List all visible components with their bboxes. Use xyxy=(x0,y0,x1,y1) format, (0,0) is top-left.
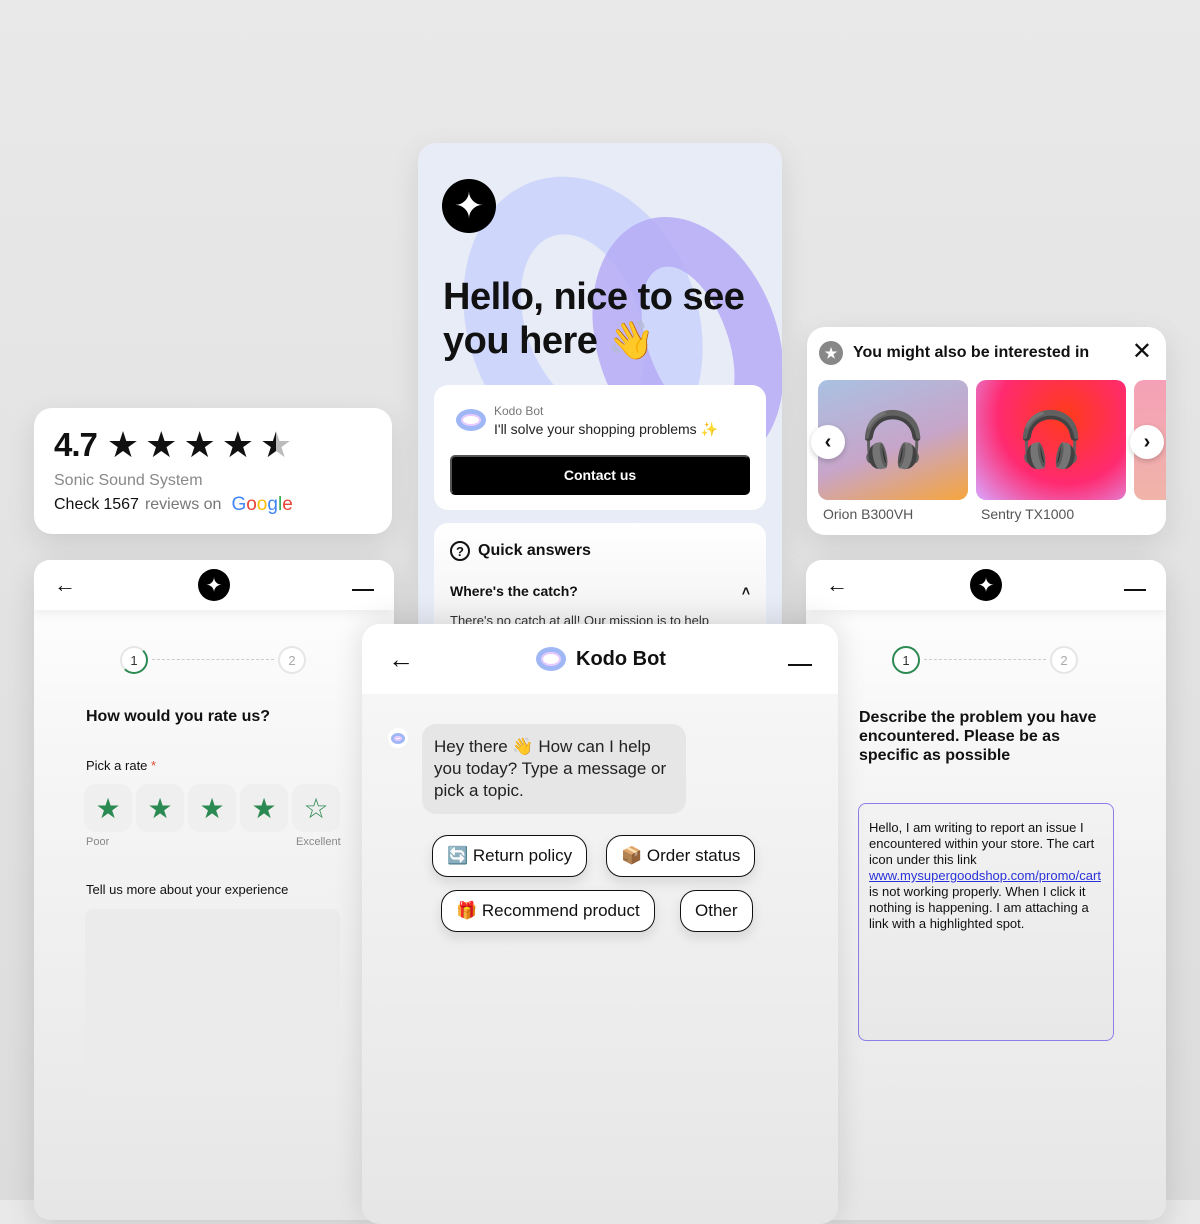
star-icon: ★ xyxy=(106,424,140,465)
back-arrow-icon[interactable]: ← xyxy=(388,644,414,675)
rating-star-3[interactable]: ★ xyxy=(188,784,236,832)
contact-us-button[interactable]: Contact us xyxy=(450,455,750,495)
welcome-headline: Hello, nice to see you here 👋 xyxy=(443,276,745,362)
half-star-icon: ★ xyxy=(260,424,293,465)
faq-question: Where's the catch? xyxy=(450,583,578,599)
problem-question: Describe the problem you have encountere… xyxy=(859,709,1097,764)
headphones-image: 🎧 xyxy=(976,380,1126,500)
rating-form-panel: ← ✦ 1 2 How would you rate us? Pick a ra… xyxy=(34,560,394,1220)
poor-label: Poor xyxy=(86,836,110,848)
chip-order-status[interactable]: 📦 Order status xyxy=(606,835,756,877)
chip-return-policy[interactable]: 🔄 Return policy xyxy=(432,835,588,877)
pick-rate-label: Pick a rate xyxy=(86,758,148,773)
rating-star-2[interactable]: ★ xyxy=(136,784,184,832)
product-item[interactable]: 🎧 Sentry TX1000 xyxy=(976,380,1126,522)
close-icon[interactable]: ✕ xyxy=(1132,337,1152,366)
bot-avatar-icon xyxy=(391,732,405,744)
welcome-panel: ✦ Hello, nice to see you here 👋 Kodo Bot… xyxy=(418,143,782,663)
check-label: Check xyxy=(54,496,100,513)
bot-avatar-icon xyxy=(456,409,486,431)
minimize-icon[interactable] xyxy=(1124,589,1146,591)
rating-star-1[interactable]: ★ xyxy=(84,784,132,832)
bot-avatar xyxy=(388,728,408,748)
google-logo[interactable]: Google xyxy=(231,494,292,516)
problem-text: Hello, I am writing to report an issue I… xyxy=(869,820,1095,867)
star-rating-input[interactable]: ★ ★ ★ ★ ☆ xyxy=(84,784,340,832)
question-icon: ? xyxy=(450,541,470,561)
quick-answers-title: Quick answers xyxy=(478,542,591,559)
rating-star-4[interactable]: ★ xyxy=(240,784,288,832)
recommendations-card: ★ You might also be interested in ✕ 🎧 Orio… xyxy=(807,327,1166,535)
star-icon: ★ xyxy=(183,424,216,465)
star-icon: ★ xyxy=(221,424,254,465)
experience-textarea[interactable] xyxy=(85,909,340,1096)
chevron-right-icon: › xyxy=(1143,430,1151,453)
experience-label: Tell us more about your experience xyxy=(86,882,289,897)
step-1: 1 xyxy=(120,646,148,674)
sparkle-icon: ✦ xyxy=(442,179,496,233)
problem-link[interactable]: www.mysupergoodshop.com/promo/cart xyxy=(869,868,1101,883)
back-arrow-icon[interactable]: ← xyxy=(826,572,848,598)
product-name: Sonic Sound System xyxy=(54,472,203,489)
stepper: 1 2 xyxy=(892,646,1078,674)
carousel-prev-button[interactable]: ‹ xyxy=(811,425,845,459)
carousel-next-button[interactable]: › xyxy=(1130,425,1164,459)
sparkle-icon: ✦ xyxy=(970,569,1002,601)
product-name: Orion B300VH xyxy=(823,506,914,522)
bot-avatar-icon xyxy=(536,647,566,671)
back-arrow-icon[interactable]: ← xyxy=(54,572,76,598)
bot-message: Hey there 👋 How can I help you today? Ty… xyxy=(422,724,686,814)
problem-form-panel: ← ✦ 1 2 Describe the problem you have en… xyxy=(806,560,1166,1220)
recommendations-title: You might also be interested in xyxy=(853,344,1090,361)
required-mark: * xyxy=(151,758,157,773)
star-icon: ★ xyxy=(145,424,178,465)
problem-textarea[interactable]: Hello, I am writing to report an issue I… xyxy=(858,803,1114,1041)
product-name: Sentry TX1000 xyxy=(981,506,1075,522)
chip-recommend-product[interactable]: 🎁 Recommend product xyxy=(441,890,655,932)
minimize-icon[interactable] xyxy=(352,589,374,591)
reviews-on-label: reviews on xyxy=(144,496,222,513)
rating-score: 4.7 xyxy=(54,426,98,463)
rating-question: How would you rate us? xyxy=(86,708,271,725)
chevron-left-icon: ‹ xyxy=(824,430,832,453)
minimize-icon[interactable] xyxy=(787,664,812,666)
sparkle-icon: ✦ xyxy=(198,569,230,601)
excellent-label: Excellent xyxy=(296,836,341,848)
chip-other[interactable]: Other xyxy=(680,890,753,932)
chat-window: ← Kodo Bot Hey there 👋 How can I help yo… xyxy=(362,624,838,1224)
review-count: 1567 xyxy=(103,496,139,513)
rating-summary-card: 4.7 ★ ★ ★ ★ ★ Sonic Sound System Check 1… xyxy=(34,408,392,534)
step-1: 1 xyxy=(892,646,920,674)
bot-tagline: I'll solve your shopping problems ✨ xyxy=(494,421,718,437)
stepper: 1 2 xyxy=(120,646,306,674)
step-2: 2 xyxy=(278,646,306,674)
faq-item[interactable]: Where's the catch? ˄ xyxy=(450,583,750,599)
step-2: 2 xyxy=(1050,646,1078,674)
problem-text: is not working properly. When I click it… xyxy=(869,884,1089,931)
bot-name: Kodo Bot xyxy=(494,404,544,418)
chat-title: Kodo Bot xyxy=(576,647,666,670)
bot-card: Kodo Bot I'll solve your shopping proble… xyxy=(434,385,766,510)
chevron-up-icon[interactable]: ˄ xyxy=(742,583,750,599)
rating-star-5[interactable]: ☆ xyxy=(292,784,340,832)
star-icon: ★ xyxy=(819,341,843,365)
